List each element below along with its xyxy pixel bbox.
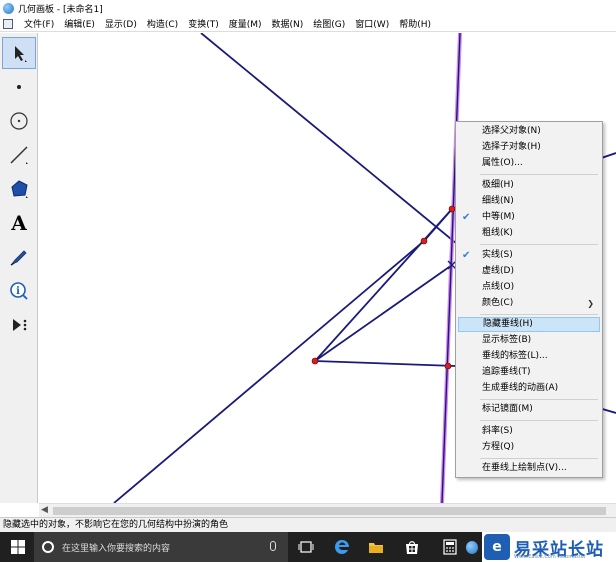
compass-tool[interactable] [2,105,36,137]
menu-data[interactable]: 数据(N) [267,17,309,30]
menu-graph[interactable]: 绘图(G) [308,17,350,30]
search-placeholder: 在这里输入你要搜索的内容 [62,543,171,554]
menu-file[interactable]: 文件(F) [19,17,59,30]
edge-icon [335,540,349,554]
menu-bar: 文件(F) 编辑(E) 显示(D) 构造(C) 变换(T) 度量(M) 数据(N… [0,16,616,32]
menu-item-slope[interactable]: 斜率(S) [458,424,600,439]
menu-item-show-label[interactable]: 显示标签(B) [458,333,600,348]
checkmark-icon: ✔ [462,212,471,223]
line-segment[interactable] [314,360,456,367]
checkmark-icon: ✔ [462,250,471,261]
menu-item-equation[interactable]: 方程(Q) [458,440,600,455]
menu-edit[interactable]: 编辑(E) [59,17,100,30]
task-view-button[interactable] [296,537,316,557]
polygon-tool[interactable] [2,173,36,205]
status-bar: 隐藏选中的对象，不影响它在您的几何结构中扮演的角色 [0,517,616,532]
geometry-sketchpad-taskbar-button[interactable] [466,537,482,557]
menu-item-color[interactable]: 颜色(C) ❯ [458,296,600,311]
point[interactable] [420,237,428,245]
watermark-mark-icon: e [484,534,510,560]
menu-separator [480,420,598,421]
menu-display[interactable]: 显示(D) [100,17,142,30]
menu-item-trace-perpendicular[interactable]: 追踪垂线(T) [458,365,600,380]
menu-item-perpendicular-label[interactable]: 垂线的标签(L)... [458,349,600,364]
menu-item-medium[interactable]: ✔ 中等(M) [458,210,600,225]
horizontal-scrollbar[interactable]: ◀ [39,503,616,517]
point[interactable] [444,362,452,370]
menu-measure[interactable]: 度量(M) [224,17,267,30]
document-icon[interactable] [3,18,13,29]
scrollbar-thumb[interactable] [53,507,606,515]
calculator-button[interactable] [440,537,460,557]
title-bar: 几何画板 - [未命名1] [0,0,616,16]
menu-separator [480,174,598,175]
information-tool[interactable]: i [2,275,36,307]
menu-item-select-children[interactable]: 选择子对象(H) [458,140,600,155]
text-tool-icon: A [11,211,27,235]
cortana-icon [42,541,54,553]
straightedge-tool-icon [10,146,28,164]
straightedge-tool[interactable] [2,139,36,171]
point[interactable] [311,357,319,365]
menu-item-hide-perpendicular[interactable]: 隐藏垂线(H) [458,317,600,332]
store-button[interactable] [402,537,422,557]
app-logo-icon [3,2,14,14]
window-title: 几何画板 - [未命名1] [18,4,103,15]
menu-item-animate-perpendicular[interactable]: 生成垂线的动画(A) [458,381,600,396]
menu-separator [480,458,598,459]
menu-separator [480,399,598,400]
menu-window[interactable]: 窗口(W) [350,17,394,30]
microphone-icon[interactable] [270,541,276,551]
sketchpad-app-icon [466,540,478,554]
menu-item-mark-mirror[interactable]: 标记镜面(M) [458,402,600,417]
arrow-select-icon [15,46,27,62]
file-explorer-button[interactable] [366,537,386,557]
line-segment[interactable] [314,264,453,362]
menu-item-dashed[interactable]: 虚线(D) [458,264,600,279]
svg-text:i: i [16,286,20,297]
text-tool[interactable]: A [2,207,36,239]
menu-transform[interactable]: 变换(T) [183,17,224,30]
compass-tool-icon [10,112,28,130]
store-bag-icon [406,541,418,554]
menu-item-select-parents[interactable]: 选择父对象(N) [458,124,600,139]
menu-item-plot-point-on-line[interactable]: 在垂线上绘制点(V)... [458,461,600,476]
menu-separator [480,314,598,315]
menu-separator [480,244,598,245]
menu-help[interactable]: 帮助(H) [394,17,436,30]
custom-tool-icon [13,319,27,331]
line-segment[interactable] [200,33,486,268]
scroll-left-icon[interactable]: ◀ [41,505,48,515]
edge-browser-button[interactable] [332,537,352,557]
context-menu: 选择父对象(N) 选择子对象(H) 属性(O)... 极细(H) 细线(N) ✔… [455,121,603,478]
task-view-icon [298,541,314,553]
start-button[interactable] [8,537,28,557]
menu-item-solid[interactable]: ✔ 实线(S) [458,248,600,263]
taskbar-search-box[interactable]: 在这里输入你要搜索的内容 [34,532,288,562]
info-tool-icon: i [10,282,28,300]
folder-icon [369,543,383,553]
watermark-subtext: Www.Easck.Com Webmaster [514,554,586,560]
marker-tool[interactable] [2,241,36,273]
marker-tool-icon [10,250,27,266]
custom-tool[interactable] [2,309,36,341]
toolbox: A i [0,33,38,503]
menu-construct[interactable]: 构造(C) [142,17,183,30]
point-tool[interactable] [2,71,36,103]
windows-logo-icon [11,540,25,554]
point-tool-icon [17,85,21,89]
menu-item-thinnest[interactable]: 极细(H) [458,178,600,193]
line-segment[interactable] [113,240,425,503]
calculator-icon [443,539,457,555]
submenu-arrow-icon: ❯ [587,299,594,308]
menu-item-thick[interactable]: 粗线(K) [458,226,600,241]
polygon-tool-icon [11,180,28,198]
line-segment[interactable] [314,208,453,362]
menu-item-dotted[interactable]: 点线(O) [458,280,600,295]
arrow-select-tool[interactable] [2,37,36,69]
menu-item-properties[interactable]: 属性(O)... [458,156,600,171]
menu-item-thin[interactable]: 细线(N) [458,194,600,209]
watermark-logo: e 易采站长站 Www.Easck.Com Webmaster [482,532,616,562]
